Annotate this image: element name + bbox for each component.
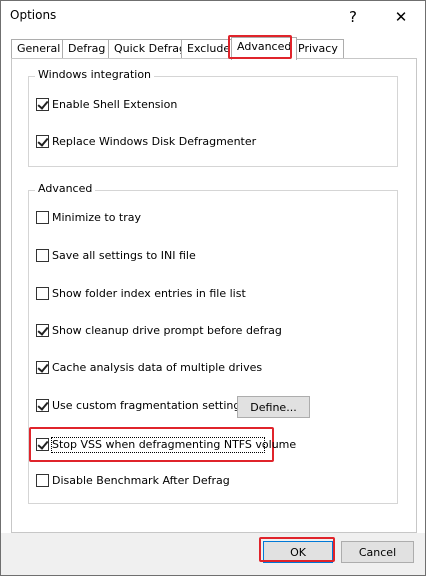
minimize-to-tray-checkbox[interactable]: Minimize to tray bbox=[36, 211, 141, 224]
replace-defragmenter-checkbox[interactable]: Replace Windows Disk Defragmenter bbox=[36, 135, 256, 148]
cancel-button[interactable]: Cancel bbox=[341, 541, 414, 563]
options-dialog: Options ? ✕ General Defrag Quick Defrag … bbox=[0, 0, 426, 576]
checkbox-icon[interactable] bbox=[36, 287, 49, 300]
checkbox-label: Replace Windows Disk Defragmenter bbox=[52, 135, 257, 148]
checkbox-icon[interactable] bbox=[36, 361, 49, 374]
checkbox-label: Show folder index entries in file list bbox=[52, 287, 246, 300]
checkbox-label: Disable Benchmark After Defrag bbox=[52, 474, 230, 487]
tab-defrag[interactable]: Defrag bbox=[62, 39, 112, 59]
custom-fragmentation-checkbox[interactable]: Use custom fragmentation settings: bbox=[36, 399, 250, 412]
cache-analysis-checkbox[interactable]: Cache analysis data of multiple drives bbox=[36, 361, 262, 374]
checkbox-label: Enable Shell Extension bbox=[52, 98, 178, 111]
group-label: Advanced bbox=[35, 182, 96, 195]
checkbox-label: Use custom fragmentation settings: bbox=[52, 399, 250, 412]
disable-benchmark-checkbox[interactable]: Disable Benchmark After Defrag bbox=[36, 474, 230, 487]
checkbox-label: Cache analysis data of multiple drives bbox=[52, 361, 263, 374]
save-settings-ini-checkbox[interactable]: Save all settings to INI file bbox=[36, 249, 196, 262]
checkbox-label: Save all settings to INI file bbox=[52, 249, 196, 262]
window-title: Options bbox=[10, 8, 57, 22]
checkbox-label: Stop VSS when defragmenting NTFS volume bbox=[52, 438, 297, 451]
tab-general[interactable]: General bbox=[11, 39, 67, 59]
checkbox-label: Minimize to tray bbox=[52, 211, 142, 224]
checkbox-icon[interactable] bbox=[36, 438, 49, 451]
stop-vss-checkbox[interactable]: Stop VSS when defragmenting NTFS volume bbox=[36, 438, 296, 451]
checkbox-icon[interactable] bbox=[36, 249, 49, 262]
checkbox-icon[interactable] bbox=[36, 399, 49, 412]
close-icon[interactable]: ✕ bbox=[381, 1, 421, 32]
show-cleanup-prompt-checkbox[interactable]: Show cleanup drive prompt before defrag bbox=[36, 324, 282, 337]
checkbox-icon[interactable] bbox=[36, 474, 49, 487]
enable-shell-extension-checkbox[interactable]: Enable Shell Extension bbox=[36, 98, 177, 111]
checkbox-label: Show cleanup drive prompt before defrag bbox=[52, 324, 282, 337]
checkbox-icon[interactable] bbox=[36, 324, 49, 337]
tab-strip: General Defrag Quick Defrag Exclude Adva… bbox=[11, 37, 421, 60]
windows-integration-group: Windows integration bbox=[28, 68, 398, 167]
ok-button-highlight bbox=[259, 537, 335, 562]
define-button[interactable]: Define... bbox=[237, 396, 310, 418]
help-icon[interactable]: ? bbox=[335, 1, 371, 32]
title-bar: Options ? ✕ bbox=[1, 1, 425, 32]
checkbox-icon[interactable] bbox=[36, 98, 49, 111]
show-folder-index-checkbox[interactable]: Show folder index entries in file list bbox=[36, 287, 246, 300]
checkbox-icon[interactable] bbox=[36, 135, 49, 148]
advanced-tab-highlight bbox=[228, 35, 292, 59]
tab-privacy[interactable]: Privacy bbox=[292, 39, 344, 59]
checkbox-icon[interactable] bbox=[36, 211, 49, 224]
group-label: Windows integration bbox=[35, 68, 155, 81]
tab-quick-defrag[interactable]: Quick Defrag bbox=[108, 39, 192, 59]
